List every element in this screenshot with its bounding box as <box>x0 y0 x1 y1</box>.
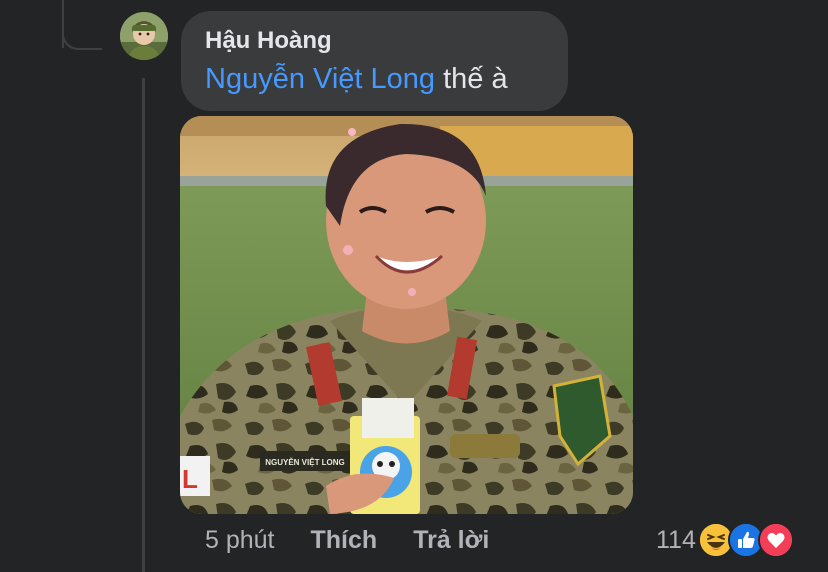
comment-text: Nguyễn Việt Long thế à <box>205 63 508 96</box>
reaction-summary[interactable]: 114 <box>656 520 794 560</box>
comment-body: thế à <box>435 63 508 95</box>
reply-thread-line <box>142 78 145 572</box>
love-icon <box>757 522 794 558</box>
comment-actions: 5 phút Thích Trả lời <box>205 524 489 556</box>
soldier-smiling-image: NGUYỄN VIỆT LONG L <box>180 116 633 514</box>
comment-timestamp[interactable]: 5 phút <box>205 526 275 555</box>
name-tape-text: NGUYỄN VIỆT LONG <box>265 458 345 467</box>
comment-thread: Hậu Hoàng Nguyễn Việt Long thế à NGUYỄN … <box>0 0 828 572</box>
comment-author[interactable]: Hậu Hoàng <box>205 27 332 55</box>
svg-text:L: L <box>182 464 198 494</box>
reply-button[interactable]: Trả lời <box>413 526 489 555</box>
reaction-count: 114 <box>656 525 696 554</box>
comment-photo[interactable]: NGUYỄN VIỆT LONG L <box>180 116 633 514</box>
mention-link[interactable]: Nguyễn Việt Long <box>205 63 435 95</box>
like-button[interactable]: Thích <box>311 526 378 555</box>
thread-connector <box>62 10 102 50</box>
comment-bubble: Hậu Hoàng Nguyễn Việt Long thế à <box>181 11 568 111</box>
avatar[interactable] <box>120 12 168 60</box>
avatar-image <box>120 12 168 60</box>
